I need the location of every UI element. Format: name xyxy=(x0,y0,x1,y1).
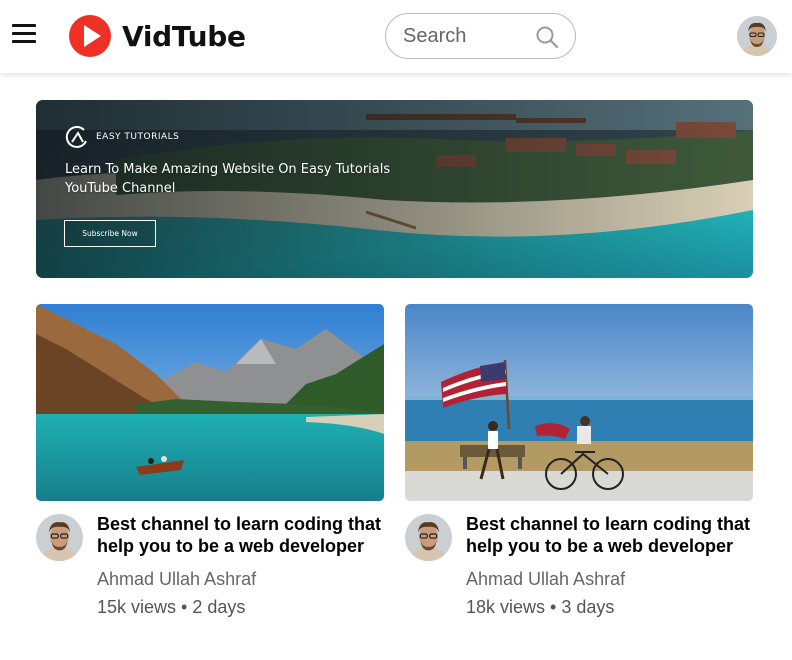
hero-banner[interactable]: EASY TUTORIALS Learn To Make Amazing Web… xyxy=(36,100,753,278)
user-avatar[interactable] xyxy=(737,16,777,56)
play-circle-icon xyxy=(69,15,111,57)
channel-name[interactable]: Ahmad Ullah Ashraf xyxy=(466,569,625,590)
search-box[interactable] xyxy=(385,13,576,59)
channel-avatar[interactable] xyxy=(405,514,452,561)
video-title-line-1: Best channel to learn coding that xyxy=(97,514,382,534)
search-icon[interactable] xyxy=(535,25,559,49)
view-count: 18k views xyxy=(466,597,546,617)
video-title-line-1: Best channel to learn coding that xyxy=(466,514,751,534)
video-info: Best channel to learn coding that help y… xyxy=(36,501,384,621)
subscribe-button[interactable]: Subscribe Now xyxy=(64,220,156,247)
video-meta: 15k views • 2 days xyxy=(97,597,245,618)
video-card[interactable]: Best channel to learn coding that help y… xyxy=(405,304,753,621)
banner-title-line-2: YouTube Channel xyxy=(65,181,176,196)
logo[interactable]: VidTube xyxy=(68,14,246,58)
meta-separator: • xyxy=(181,597,188,617)
banner-title-line-1: Learn To Make Amazing Website On Easy Tu… xyxy=(65,162,391,177)
upload-age: 2 days xyxy=(192,597,246,617)
video-title-line-2: help you to be a web developer xyxy=(466,536,734,556)
easy-tutorials-logo-icon xyxy=(65,125,87,148)
video-meta: 18k views • 3 days xyxy=(466,597,614,618)
channel-avatar[interactable] xyxy=(36,514,83,561)
meta-separator: • xyxy=(550,597,557,617)
banner-title: Learn To Make Amazing Website On Easy Tu… xyxy=(65,160,445,198)
upload-age: 3 days xyxy=(561,597,615,617)
view-count: 15k views xyxy=(97,597,177,617)
video-thumbnail[interactable] xyxy=(36,304,384,501)
video-thumbnail[interactable] xyxy=(405,304,753,501)
video-title[interactable]: Best channel to learn coding that help y… xyxy=(466,513,756,557)
app-name: VidTube xyxy=(122,19,246,53)
video-info: Best channel to learn coding that help y… xyxy=(405,501,753,621)
video-title-line-2: help you to be a web developer xyxy=(97,536,365,556)
hamburger-menu-icon[interactable] xyxy=(12,24,36,44)
video-card[interactable]: Best channel to learn coding that help y… xyxy=(36,304,384,621)
video-title[interactable]: Best channel to learn coding that help y… xyxy=(97,513,387,557)
search-input[interactable] xyxy=(403,14,533,58)
banner-brand: EASY TUTORIALS xyxy=(64,124,179,150)
top-navbar: VidTube xyxy=(0,0,792,73)
channel-name[interactable]: Ahmad Ullah Ashraf xyxy=(97,569,256,590)
banner-brand-name: EASY TUTORIALS xyxy=(96,132,180,142)
